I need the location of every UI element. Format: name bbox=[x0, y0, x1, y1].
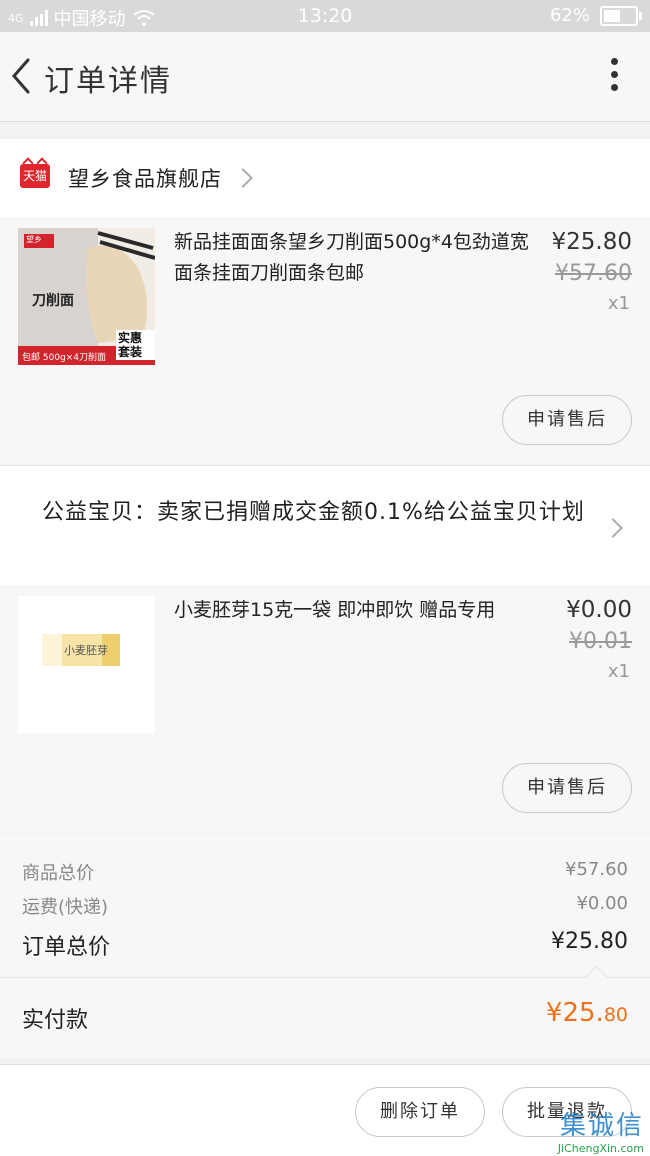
shipping-label: 运费(快递) bbox=[22, 897, 109, 918]
charity-text: 公益宝贝：卖家已捐赠成交金额0.1%给公益宝贝计划 bbox=[42, 500, 585, 525]
paid-row: 实付款 ¥25.80 bbox=[0, 965, 650, 1058]
page-title: 订单详情 bbox=[44, 64, 172, 99]
shop-row[interactable]: 天猫 望乡食品旗舰店 bbox=[0, 139, 650, 218]
chevron-right-icon bbox=[603, 518, 623, 538]
paid-value-main: ¥25. bbox=[545, 998, 604, 1028]
battery-icon bbox=[600, 5, 642, 26]
paid-label: 实付款 bbox=[22, 1008, 89, 1033]
order-item: 小麦胚芽 小麦胚芽15克一袋 即冲即饮 赠品专用 ¥0.00 ¥0.01 x1 … bbox=[0, 585, 650, 832]
battery-percent: 62% bbox=[549, 5, 590, 26]
chevron-left-icon[interactable] bbox=[6, 54, 36, 98]
after-sale-button[interactable]: 申请售后 bbox=[502, 763, 632, 813]
watermark-url: JiChengXin.com bbox=[557, 1142, 644, 1155]
product-quantity: x1 bbox=[607, 661, 630, 682]
paid-value: ¥25.80 bbox=[546, 998, 628, 1028]
product-original-price: ¥57.60 bbox=[555, 261, 632, 286]
goods-total-label: 商品总价 bbox=[22, 863, 94, 884]
status-bar: 4G 中国移动 13:20 62% bbox=[0, 0, 650, 32]
watermark: 集诚信 JiChengXin.com bbox=[558, 1105, 644, 1155]
after-sale-button[interactable]: 申请售后 bbox=[502, 395, 632, 445]
shop-name: 望乡食品旗舰店 bbox=[68, 167, 222, 191]
thumb-tag: 实惠套装 bbox=[118, 331, 143, 359]
product-original-price: ¥0.01 bbox=[569, 629, 632, 654]
order-total-label: 订单总价 bbox=[22, 935, 111, 960]
chevron-right-icon bbox=[233, 168, 253, 188]
order-item: 望乡 刀削面 实惠套装 包邮 500g×4刀削面 新品挂面面条望乡刀削面500g… bbox=[0, 217, 650, 464]
delete-order-button[interactable]: 删除订单 bbox=[355, 1087, 485, 1137]
price-summary: 商品总价 ¥57.60 运费(快递) ¥0.00 订单总价 ¥25.80 bbox=[0, 833, 650, 976]
charity-row[interactable]: 公益宝贝：卖家已捐赠成交金额0.1%给公益宝贝计划 bbox=[0, 465, 650, 587]
product-image[interactable]: 小麦胚芽 bbox=[18, 596, 155, 733]
title-bar: 订单详情 bbox=[0, 32, 650, 122]
thumb-strip: 包邮 500g×4刀削面 bbox=[22, 353, 107, 363]
tmall-icon: 天猫 bbox=[20, 164, 50, 188]
goods-total-value: ¥57.60 bbox=[565, 859, 628, 880]
watermark-logo: 集诚信 bbox=[559, 1111, 644, 1141]
product-price: ¥25.80 bbox=[551, 229, 632, 255]
thumb-product-name: 小麦胚芽 bbox=[64, 644, 108, 657]
thumb-brand: 望乡 bbox=[26, 235, 42, 244]
product-title[interactable]: 小麦胚芽15克一袋 即冲即饮 赠品专用 bbox=[174, 595, 534, 626]
product-price: ¥0.00 bbox=[566, 597, 632, 623]
more-vertical-icon[interactable] bbox=[608, 58, 620, 98]
bottom-action-bar: 删除订单 批量退款 bbox=[0, 1064, 650, 1156]
shipping-value: ¥0.00 bbox=[576, 893, 628, 914]
paid-value-cents: 80 bbox=[603, 1004, 628, 1026]
product-image[interactable]: 望乡 刀削面 实惠套装 包邮 500g×4刀削面 bbox=[18, 228, 155, 365]
thumb-product-name: 刀削面 bbox=[32, 293, 74, 309]
order-total-value: ¥25.80 bbox=[551, 929, 628, 954]
product-title[interactable]: 新品挂面面条望乡刀削面500g*4包劲道宽面条挂面刀削面条包邮 bbox=[174, 227, 534, 289]
product-quantity: x1 bbox=[607, 293, 630, 314]
